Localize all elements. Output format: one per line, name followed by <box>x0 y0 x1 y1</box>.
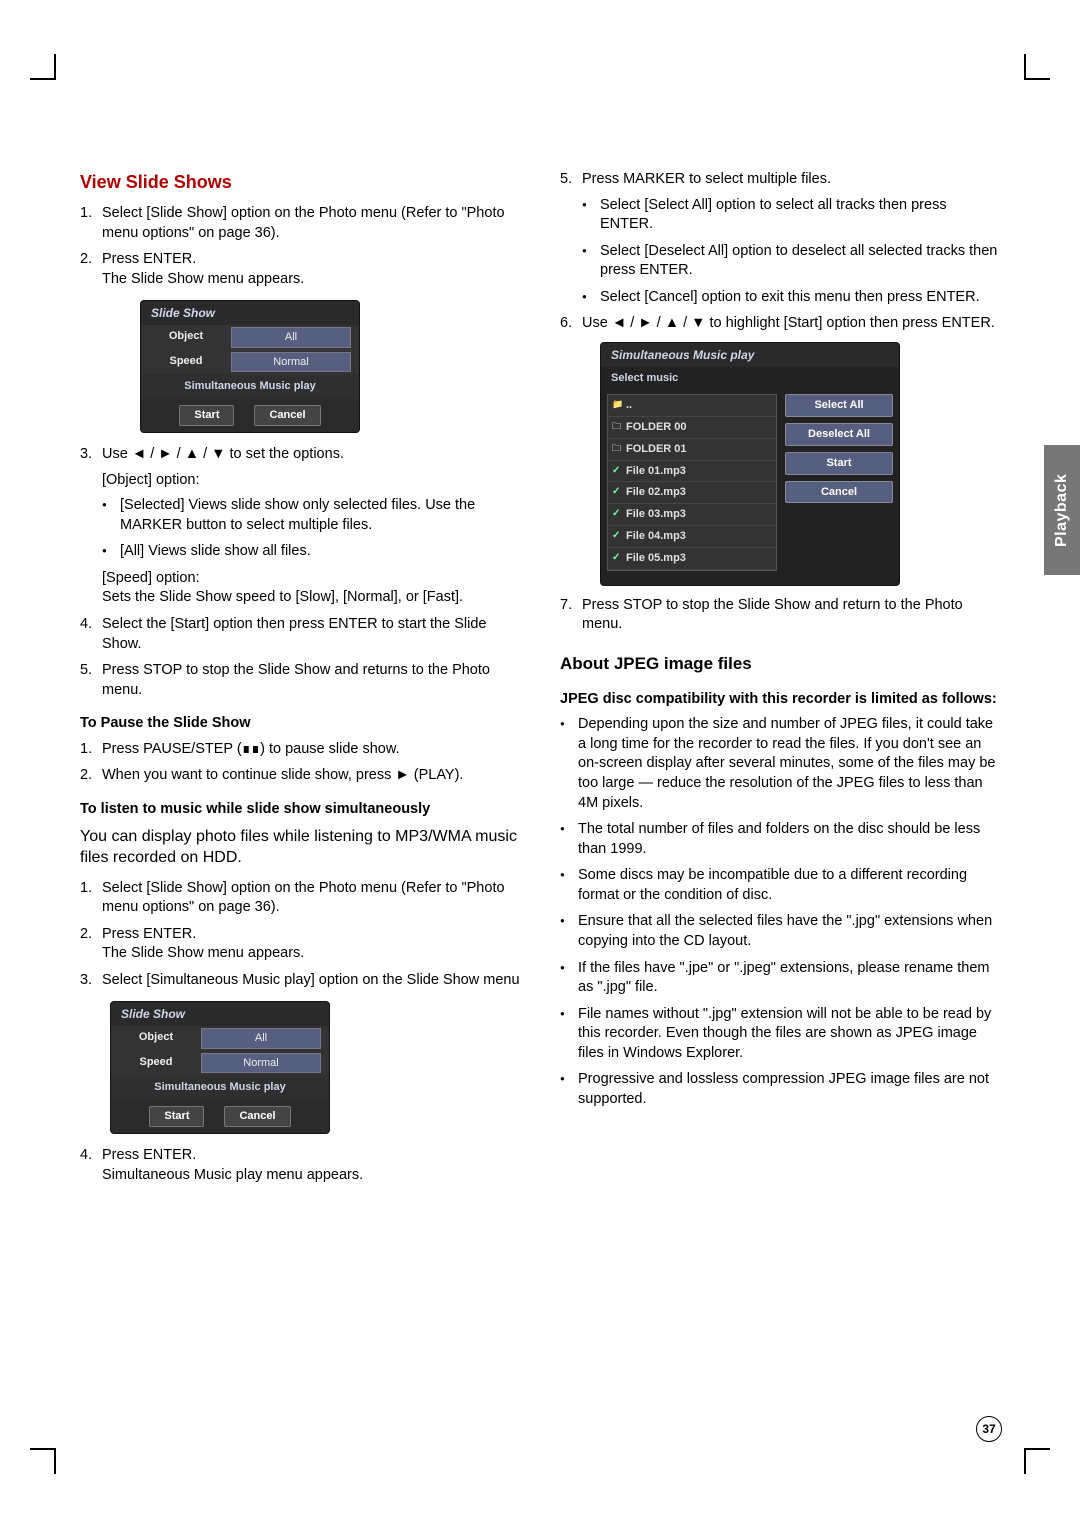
ui-button-cancel: Cancel <box>254 405 320 426</box>
subheading-listen-music: To listen to music while slide show simu… <box>80 800 520 820</box>
step-subtext: Simultaneous Music play menu appears. <box>102 1166 520 1186</box>
option-label: [Speed] option: <box>102 569 520 589</box>
crop-mark <box>30 1448 56 1474</box>
step-text: Press MARKER to select multiple files. S… <box>560 170 1000 307</box>
bullet-text: Select [Deselect All] option to deselect… <box>582 242 1000 281</box>
step-subtext: The Slide Show menu appears. <box>102 944 520 964</box>
crop-mark <box>1024 1448 1050 1474</box>
ui-button-cancel: Cancel <box>224 1106 290 1127</box>
step-subtext: The Slide Show menu appears. <box>102 270 520 290</box>
step-text: Press ENTER. The Slide Show menu appears… <box>80 925 520 964</box>
step-text: Press ENTER. Simultaneous Music play men… <box>80 1146 520 1185</box>
step-text: Select [Slide Show] option on the Photo … <box>80 879 520 918</box>
bullet-text: Some discs may be incompatible due to a … <box>560 866 1000 905</box>
ui-button-start: Start <box>785 452 893 475</box>
step-text: Press PAUSE/STEP (∎∎) to pause slide sho… <box>80 740 520 760</box>
page-content: View Slide Shows Select [Slide Show] opt… <box>0 0 1080 1252</box>
list-item-file: File 01.mp3 <box>608 461 776 483</box>
option-desc: Sets the Slide Show speed to [Slow], [No… <box>102 588 520 608</box>
right-column: Press MARKER to select multiple files. S… <box>560 170 1000 1192</box>
ui-label-speed: Speed <box>141 350 231 375</box>
ui-label-object: Object <box>111 1026 201 1051</box>
bullet-text: Ensure that all the selected files have … <box>560 912 1000 951</box>
step-text-inner: Use ◄ / ► / ▲ / ▼ to highlight [Start] o… <box>582 315 995 331</box>
ui-button-start: Start <box>179 405 234 426</box>
intro-text: You can display photo files while listen… <box>80 826 520 869</box>
step-text: Select [Simultaneous Music play] option … <box>80 971 520 991</box>
ui-label-simultaneous: Simultaneous Music play <box>111 1075 329 1100</box>
step-text: Press STOP to stop the Slide Show and re… <box>560 596 1000 635</box>
ui-button-deselect-all: Deselect All <box>785 423 893 446</box>
step-text: Use ◄ / ► / ▲ / ▼ to set the options. [O… <box>80 445 520 608</box>
bullet-text: The total number of files and folders on… <box>560 820 1000 859</box>
bullet-text: Progressive and lossless compression JPE… <box>560 1070 1000 1109</box>
bullet-text: Depending upon the size and number of JP… <box>560 715 1000 813</box>
bullet-text: [Selected] Views slide show only selecte… <box>102 496 520 535</box>
bullet-text: File names without ".jpg" extension will… <box>560 1005 1000 1064</box>
ui-label-simultaneous: Simultaneous Music play <box>141 374 359 399</box>
step-text: Use ◄ / ► / ▲ / ▼ to highlight [Start] o… <box>560 314 1000 334</box>
ui-value-object: All <box>201 1028 321 1049</box>
ui-button-cancel: Cancel <box>785 481 893 504</box>
list-item-file: File 03.mp3 <box>608 504 776 526</box>
slideshow-menu-illustration: Slide Show Object All Speed Normal Simul… <box>110 1001 330 1135</box>
list-item-file: File 05.mp3 <box>608 548 776 570</box>
step-text: Press ENTER. The Slide Show menu appears… <box>80 250 520 289</box>
list-item-up: .. <box>608 395 776 417</box>
subheading-compatibility: JPEG disc compatibility with this record… <box>560 690 1000 710</box>
bullet-text: Select [Cancel] option to exit this menu… <box>582 288 1000 308</box>
ui-button-start: Start <box>149 1106 204 1127</box>
heading-about-jpeg: About JPEG image files <box>560 653 1000 676</box>
ui-footer-hint <box>601 577 899 585</box>
slideshow-menu-illustration: Slide Show Object All Speed Normal Simul… <box>140 300 360 434</box>
ui-value-speed: Normal <box>201 1053 321 1074</box>
bullet-text: If the files have ".jpe" or ".jpeg" exte… <box>560 959 1000 998</box>
ui-value-speed: Normal <box>231 352 351 373</box>
ui-button-select-all: Select All <box>785 394 893 417</box>
bullet-text: Select [Select All] option to select all… <box>582 196 1000 235</box>
step-text: Press STOP to stop the Slide Show and re… <box>80 661 520 700</box>
ui-label-object: Object <box>141 325 231 350</box>
ui-title: Slide Show <box>141 301 359 325</box>
step-text: Select [Slide Show] option on the Photo … <box>80 204 520 243</box>
ui-title: Slide Show <box>111 1002 329 1026</box>
ui-title: Simultaneous Music play <box>601 343 899 367</box>
step-text: Select the [Start] option then press ENT… <box>80 615 520 654</box>
list-item-file: File 04.mp3 <box>608 526 776 548</box>
step-text-inner: Press ENTER. <box>102 251 196 267</box>
step-text-inner: Press ENTER. <box>102 1147 196 1163</box>
ui-file-list: .. FOLDER 00 FOLDER 01 File 01.mp3 File … <box>607 394 777 571</box>
left-column: View Slide Shows Select [Slide Show] opt… <box>80 170 520 1192</box>
list-item-file: File 02.mp3 <box>608 482 776 504</box>
subheading-pause: To Pause the Slide Show <box>80 714 520 734</box>
page-number: 37 <box>976 1416 1002 1442</box>
ui-subtitle: Select music <box>601 367 899 390</box>
list-item-folder: FOLDER 01 <box>608 439 776 461</box>
step-text: When you want to continue slide show, pr… <box>80 766 520 786</box>
ui-value-object: All <box>231 327 351 348</box>
list-item-folder: FOLDER 00 <box>608 417 776 439</box>
step-text-inner: Press MARKER to select multiple files. <box>582 171 831 187</box>
ui-label-speed: Speed <box>111 1051 201 1076</box>
heading-view-slide-shows: View Slide Shows <box>80 170 520 194</box>
music-play-menu-illustration: Simultaneous Music play Select music .. … <box>600 342 900 586</box>
bullet-text: [All] Views slide show all files. <box>102 542 520 562</box>
step-text-inner: Use ◄ / ► / ▲ / ▼ to set the options. <box>102 446 344 462</box>
step-text-inner: Press ENTER. <box>102 926 196 942</box>
option-label: [Object] option: <box>102 471 520 491</box>
